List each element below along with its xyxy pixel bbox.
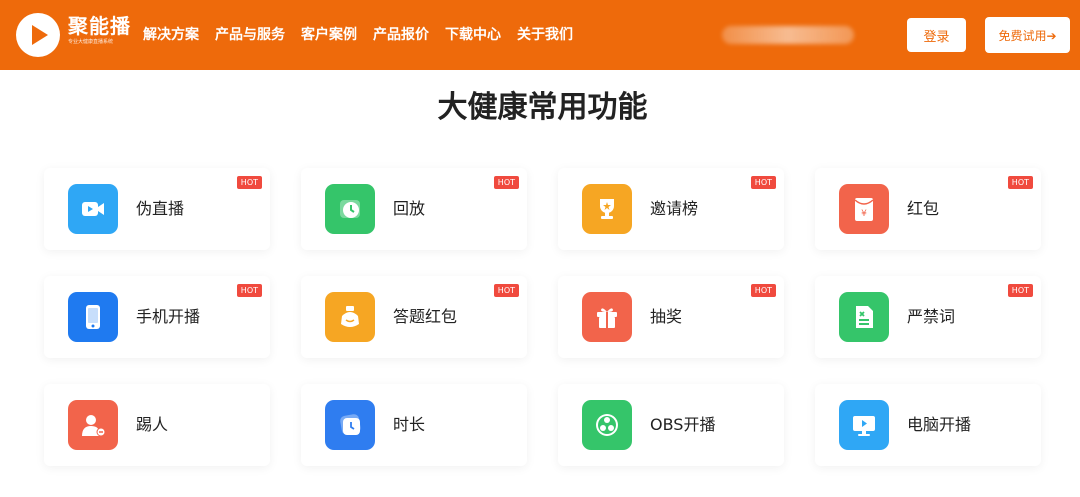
brand-subtitle: 专业大健康直播系统 [68, 39, 114, 45]
free-trial-button[interactable]: 免费试用➔ [985, 17, 1070, 53]
feature-card[interactable]: 伪直播 HOT [44, 168, 270, 250]
feature-card[interactable]: 手机开播 HOT [44, 276, 270, 358]
feature-card[interactable]: 回放 HOT [301, 168, 527, 250]
svg-text:¥: ¥ [861, 209, 867, 219]
login-button[interactable]: 登录 [907, 18, 966, 52]
top-navigation-bar: 聚能播 专业大健康直播系统 解决方案 产品与服务 客户案例 产品报价 下载中心 … [0, 0, 1080, 70]
main-nav: 解决方案 产品与服务 客户案例 产品报价 下载中心 关于我们 [143, 26, 573, 44]
trophy-icon [582, 184, 632, 234]
feature-card[interactable]: 时长 [301, 384, 527, 466]
feature-label: 手机开播 [136, 307, 201, 326]
feature-label: 红包 [907, 199, 940, 218]
forbidden-words-icon [839, 292, 889, 342]
red-envelope-icon: ¥ [839, 184, 889, 234]
video-camera-icon [68, 184, 118, 234]
desktop-icon [839, 400, 889, 450]
feature-card[interactable]: 邀请榜 HOT [558, 168, 784, 250]
hot-badge: HOT [750, 284, 776, 297]
obs-icon [582, 400, 632, 450]
brand-logo-icon[interactable] [16, 13, 60, 57]
hot-badge: HOT [1007, 176, 1033, 189]
feature-label: 回放 [393, 199, 426, 218]
hot-badge: HOT [750, 176, 776, 189]
nav-solutions[interactable]: 解决方案 [143, 26, 199, 44]
nav-pricing[interactable]: 产品报价 [373, 26, 429, 44]
hot-badge: HOT [236, 284, 262, 297]
feature-card[interactable]: 答题红包 HOT [301, 276, 527, 358]
feature-label: 邀请榜 [650, 199, 699, 218]
feature-card[interactable]: 电脑开播 [815, 384, 1041, 466]
gift-icon [582, 292, 632, 342]
hot-badge: HOT [493, 176, 519, 189]
hot-badge: HOT [236, 176, 262, 189]
hot-badge: HOT [1007, 284, 1033, 297]
feature-label: 答题红包 [393, 307, 458, 326]
hot-badge: HOT [493, 284, 519, 297]
kick-user-icon [68, 400, 118, 450]
replay-icon [325, 184, 375, 234]
feature-card[interactable]: 踢人 [44, 384, 270, 466]
nav-about-us[interactable]: 关于我们 [517, 26, 573, 44]
feature-card[interactable]: ¥ 红包 HOT [815, 168, 1041, 250]
nav-customer-cases[interactable]: 客户案例 [301, 26, 357, 44]
blurred-contact-info [722, 26, 854, 44]
feature-label: 伪直播 [136, 199, 185, 218]
quiz-bag-icon [325, 292, 375, 342]
feature-label: 电脑开播 [907, 415, 972, 434]
feature-label: 抽奖 [650, 307, 683, 326]
nav-products-services[interactable]: 产品与服务 [215, 26, 285, 44]
brand[interactable]: 聚能播 专业大健康直播系统 [68, 14, 131, 46]
brand-name: 聚能播 [68, 14, 131, 38]
feature-label: 踢人 [136, 415, 169, 434]
section-title: 大健康常用功能 [437, 90, 648, 125]
feature-label: 严禁词 [907, 307, 956, 326]
feature-card[interactable]: 严禁词 HOT [815, 276, 1041, 358]
feature-card[interactable]: 抽奖 HOT [558, 276, 784, 358]
feature-label: OBS开播 [650, 415, 716, 434]
mobile-phone-icon [68, 292, 118, 342]
clock-icon [325, 400, 375, 450]
feature-label: 时长 [393, 415, 426, 434]
nav-download-center[interactable]: 下载中心 [445, 26, 501, 44]
feature-card[interactable]: OBS开播 [558, 384, 784, 466]
